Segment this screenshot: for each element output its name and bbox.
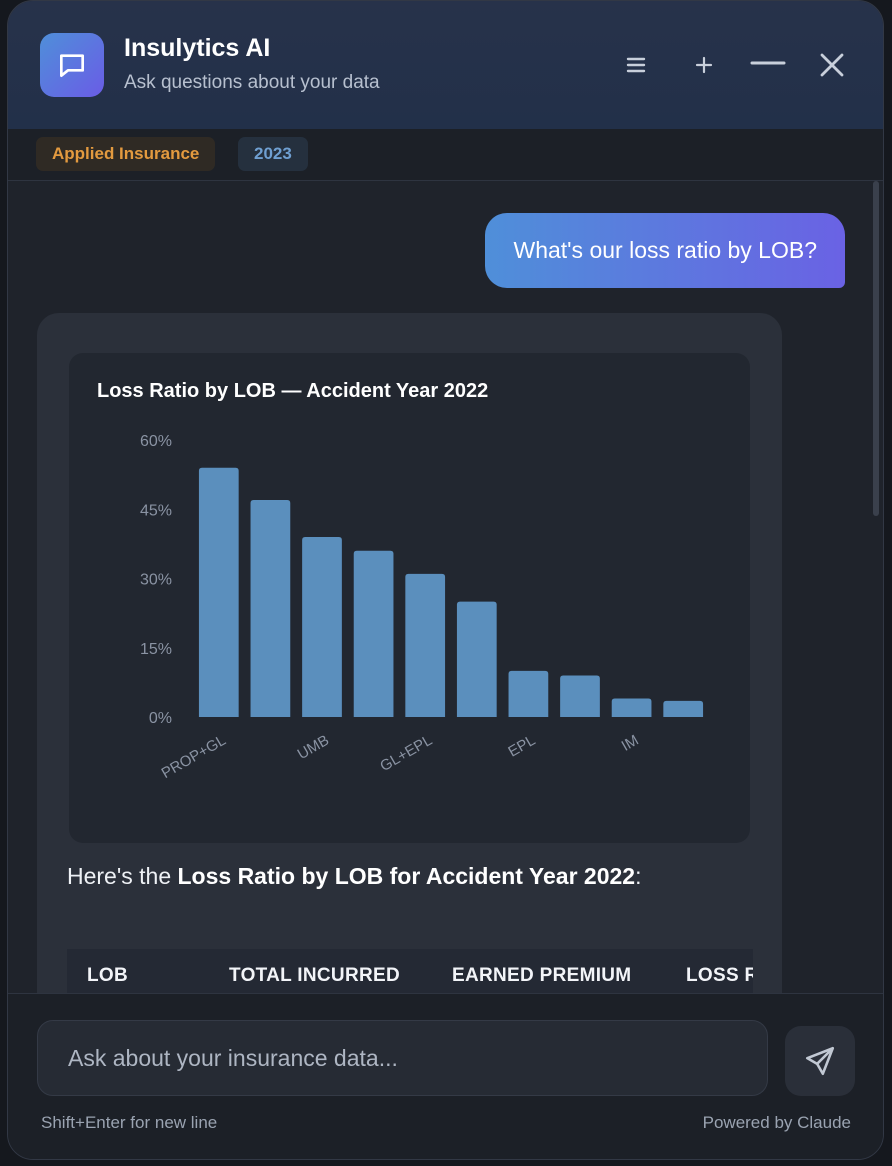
menu-button[interactable] [616, 45, 656, 85]
composer: Shift+Enter for new line Powered by Clau… [8, 993, 883, 1159]
bar[interactable] [302, 536, 342, 717]
x-tick-label: EPL [505, 732, 538, 761]
powered-by: Powered by Claude [702, 1113, 851, 1132]
bar[interactable] [611, 698, 652, 717]
chat-window: Insulytics AI Ask questions about your d… [7, 0, 884, 1160]
year-chip[interactable]: 2023 [238, 137, 308, 171]
app-title: Insulytics AI [124, 34, 271, 62]
x-tick-label: PROP+GL [159, 732, 229, 782]
filter-bar: Applied Insurance 2023 [8, 129, 883, 181]
bar[interactable] [456, 601, 497, 717]
chart-card: 0% 15% 30% 45% 60% PROP+GL UMB GL+EPL EPL IM Loss… [69, 353, 750, 843]
new-chat-button[interactable] [684, 45, 724, 85]
bar[interactable] [560, 675, 600, 717]
y-tick-label: 15% [140, 641, 172, 658]
plus-icon [695, 56, 713, 74]
loss-ratio-chart: 0% 15% 30% 45% 60% PROP+GL UMB GL+EPL EPL IM [140, 433, 704, 782]
reply-suffix: : [635, 863, 642, 889]
table-header-total-incurred: TOTAL INCURRED [229, 965, 400, 986]
scrollbar[interactable] [873, 181, 881, 991]
close-icon [820, 53, 844, 77]
table-header-lob: LOB [87, 965, 129, 986]
header: Insulytics AI Ask questions about your d… [8, 1, 883, 130]
app-subtitle: Ask questions about your data [124, 72, 380, 93]
reply-text: Here's the Loss Ratio by LOB for Acciden… [67, 863, 642, 890]
chat-input[interactable] [37, 1020, 768, 1096]
table-header-earned-premium: EARNED PREMIUM [452, 965, 632, 986]
newline-hint: Shift+Enter for new line [41, 1113, 218, 1132]
x-tick-label: UMB [295, 732, 332, 763]
y-tick-label: 60% [140, 433, 172, 450]
send-icon [805, 1046, 835, 1076]
y-tick-label: 45% [140, 502, 172, 519]
minimize-button[interactable] [746, 43, 790, 83]
menu-icon [626, 57, 646, 73]
table-header-loss-ratio: LOSS RATIO [686, 965, 753, 986]
company-chip[interactable]: Applied Insurance [36, 137, 216, 171]
chat-bubble-icon [40, 33, 104, 97]
scrollbar-thumb[interactable] [873, 181, 879, 516]
bar[interactable] [250, 500, 291, 717]
bar[interactable] [353, 550, 394, 717]
bar[interactable] [508, 670, 549, 717]
y-tick-label: 30% [140, 572, 172, 589]
close-button[interactable] [812, 45, 852, 85]
assistant-message: 0% 15% 30% 45% 60% PROP+GL UMB GL+EPL EPL IM Loss… [37, 313, 782, 1033]
chart-title: Loss Ratio by LOB — Accident Year 2022 [97, 380, 489, 402]
x-tick-label: IM [619, 732, 642, 755]
reply-prefix: Here's the [67, 863, 178, 889]
bar[interactable] [663, 700, 704, 717]
x-tick-label: GL+EPL [377, 732, 435, 775]
user-message: What's our loss ratio by LOB? [485, 213, 845, 288]
send-button[interactable] [785, 1026, 855, 1096]
y-tick-label: 0% [149, 710, 172, 727]
bar[interactable] [405, 573, 446, 717]
bar[interactable] [198, 467, 239, 717]
minimize-icon [750, 61, 786, 65]
reply-bold: Loss Ratio by LOB for Accident Year 2022 [177, 863, 636, 889]
